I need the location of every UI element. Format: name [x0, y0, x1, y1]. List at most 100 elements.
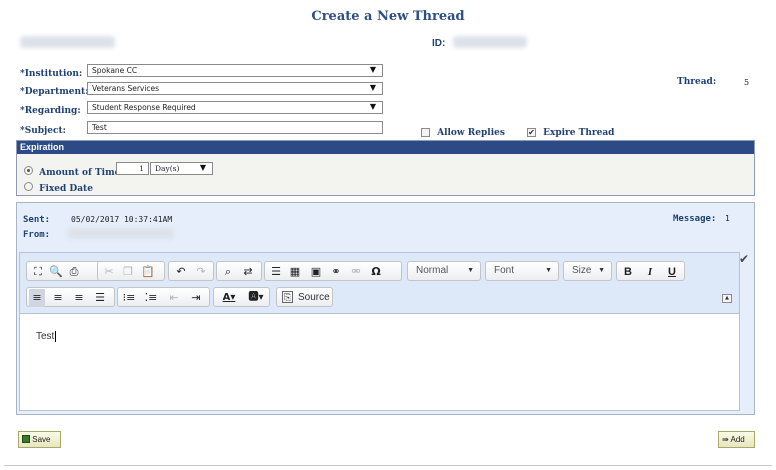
special-character-icon[interactable]: Ω — [368, 263, 384, 281]
cut-icon[interactable]: ✂ — [101, 263, 117, 281]
allow-replies-label: Allow Replies — [437, 127, 505, 138]
toolbar-group-history: ↶ ↷ — [168, 261, 214, 281]
from-value-redacted — [68, 228, 174, 239]
align-left-icon[interactable]: ≡ — [29, 289, 45, 307]
subject-input[interactable]: Test — [87, 121, 383, 134]
text-color-icon[interactable]: A▾ — [217, 289, 241, 307]
find-icon[interactable]: ⌕ — [220, 263, 236, 281]
add-button[interactable]: ⇛ Add — [718, 431, 755, 448]
preview-icon[interactable]: 🔍 — [48, 263, 64, 281]
amount-of-time-radio[interactable] — [24, 166, 33, 175]
print-icon[interactable]: ⎙ — [66, 263, 82, 281]
toolbar-group-style: B I U — [616, 261, 685, 281]
expire-thread-checkbox-wrap[interactable]: ✔ Expire Thread — [527, 122, 614, 141]
editor-body[interactable]: Test — [36, 331, 57, 342]
numbered-list-icon[interactable]: ⁝≡ — [121, 289, 137, 307]
thread-value: 5 — [744, 78, 750, 87]
table-icon[interactable]: ▦ — [287, 263, 303, 281]
save-button[interactable]: Save — [18, 431, 61, 448]
department-select[interactable]: Veterans Services ▼ — [87, 82, 383, 95]
maximize-icon[interactable]: ⛶ — [30, 263, 46, 281]
outdent-icon[interactable]: ⇤ — [166, 289, 182, 307]
toolbar-group-find: ⌕ ⇄ — [216, 261, 262, 281]
editor-corner-icon[interactable]: ✔ — [739, 252, 749, 266]
allow-replies-checkbox[interactable] — [421, 128, 430, 137]
size-combo[interactable]: Size ▼ — [563, 261, 612, 281]
size-combo-label: Size — [572, 265, 592, 276]
fixed-date-label: Fixed Date — [39, 184, 93, 194]
toolbar-group-clipboard: ✂ ❐ 📋 — [97, 261, 165, 281]
department-label: *Department: — [20, 87, 89, 97]
thread-label: Thread: — [677, 77, 717, 87]
paste-icon[interactable]: 📋 — [140, 263, 156, 281]
department-value: Veterans Services — [92, 84, 160, 93]
toolbar-group-lists: ⁝≡ ⁚≡ ⇤ ⇥ — [117, 287, 210, 307]
unit-value: Day(s) — [155, 164, 180, 173]
source-icon: ⎘ — [282, 291, 294, 303]
italic-icon[interactable]: I — [642, 263, 658, 281]
expire-thread-checkbox[interactable]: ✔ — [527, 128, 536, 137]
horizontal-rule-icon[interactable]: ☰ — [268, 263, 284, 281]
combo-arrow-icon: ▼ — [467, 267, 474, 274]
editor-body-text: Test — [36, 331, 55, 342]
replace-icon[interactable]: ⇄ — [240, 263, 256, 281]
expiration-header: Expiration — [17, 141, 754, 154]
align-center-icon[interactable]: ≡ — [50, 289, 66, 307]
fixed-date-radio[interactable] — [24, 182, 33, 191]
dropdown-arrow-icon: ▼ — [369, 102, 376, 111]
bold-icon[interactable]: B — [620, 263, 636, 281]
expiration-title: Expiration — [20, 142, 65, 152]
redo-icon[interactable]: ↷ — [193, 263, 209, 281]
student-name-redacted — [20, 36, 115, 48]
underline-icon[interactable]: U — [664, 263, 680, 281]
combo-arrow-icon: ▼ — [545, 267, 552, 274]
align-right-icon[interactable]: ≡ — [71, 289, 87, 307]
footer-divider — [4, 465, 772, 466]
background-color-icon[interactable]: 🅰▾ — [244, 289, 268, 307]
institution-select[interactable]: Spokane CC ▼ — [87, 64, 383, 77]
sent-label: Sent: — [23, 215, 51, 225]
combo-arrow-icon: ▼ — [598, 267, 605, 274]
id-label: ID: — [432, 38, 446, 49]
toolbar-group-colors: A▾ 🅰▾ — [213, 287, 270, 307]
save-icon — [22, 435, 30, 443]
undo-icon[interactable]: ↶ — [173, 263, 189, 281]
expire-thread-label: Expire Thread — [543, 127, 615, 138]
page-title: Create a New Thread — [311, 9, 465, 24]
regarding-label: *Regarding: — [20, 106, 81, 116]
copy-icon[interactable]: ❐ — [120, 263, 136, 281]
format-combo[interactable]: Normal ▼ — [407, 261, 481, 281]
image-icon[interactable]: ▣ — [308, 263, 324, 281]
amount-value: 1 — [139, 164, 144, 173]
id-value-redacted — [453, 36, 527, 48]
fixed-date-option[interactable]: Fixed Date — [24, 176, 93, 195]
message-value: 1 — [725, 214, 730, 223]
dropdown-arrow-icon: ▼ — [199, 163, 206, 172]
amount-input[interactable]: 1 — [116, 162, 149, 175]
from-label: From: — [23, 230, 51, 240]
collapse-toolbar-button[interactable]: ▲ — [722, 294, 732, 303]
unit-select[interactable]: Day(s) ▼ — [150, 162, 213, 175]
add-icon: ⇛ — [722, 435, 729, 444]
subject-value: Test — [92, 123, 107, 132]
toolbar-group-tools: ⛶ 🔍 ⎙ — [26, 261, 104, 281]
institution-label: *Institution: — [20, 69, 83, 79]
align-justify-icon[interactable]: ☰ — [92, 289, 108, 307]
subject-label: *Subject: — [20, 126, 66, 136]
indent-icon[interactable]: ⇥ — [188, 289, 204, 307]
bulleted-list-icon[interactable]: ⁚≡ — [143, 289, 159, 307]
format-combo-label: Normal — [416, 265, 449, 276]
font-combo[interactable]: Font ▼ — [485, 261, 559, 281]
unlink-icon[interactable]: ⚮ — [348, 263, 364, 281]
allow-replies-checkbox-wrap[interactable]: Allow Replies — [421, 122, 505, 141]
source-label: Source — [297, 292, 330, 303]
font-combo-label: Font — [494, 265, 515, 276]
dropdown-arrow-icon: ▼ — [369, 83, 376, 92]
regarding-select[interactable]: Student Response Required ▼ — [87, 101, 383, 114]
sent-value: 05/02/2017 10:37:41AM — [71, 215, 173, 224]
text-cursor — [55, 331, 57, 342]
save-label: Save — [32, 435, 51, 444]
source-button[interactable]: ⎘ Source — [276, 287, 333, 307]
link-icon[interactable]: ⚭ — [328, 263, 344, 281]
toolbar-group-insert: ☰ ▦ ▣ ⚭ ⚮ Ω — [264, 261, 402, 281]
